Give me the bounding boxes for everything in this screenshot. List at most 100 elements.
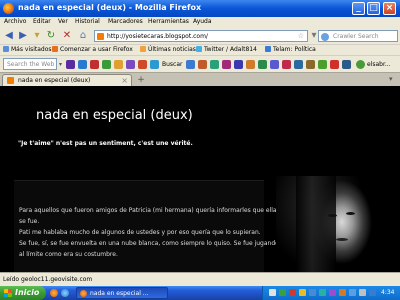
header-photo [276, 176, 400, 272]
web-content: nada en especial (deux) "Je t'aime" n'es… [0, 86, 400, 272]
tray-warning-icon[interactable] [299, 289, 306, 296]
bookmark-latest-news[interactable]: Últimas noticias [140, 46, 196, 53]
tray-download-icon[interactable] [339, 289, 346, 296]
toolbar-bookmarks-icon[interactable] [246, 60, 255, 69]
maximize-button[interactable]: □ [367, 2, 380, 15]
quicklaunch-ie-icon[interactable] [61, 289, 69, 297]
bookmark-label: Más visitados [11, 46, 52, 53]
yahoo-search-input[interactable]: Search the Web [3, 58, 57, 70]
tray-bluetooth-icon[interactable] [349, 289, 356, 296]
firefox-logo-icon [3, 3, 14, 14]
search-engine-icon[interactable] [321, 33, 329, 41]
windows-logo-icon [4, 289, 12, 297]
toolbar-sports-icon[interactable] [258, 60, 267, 69]
menu-editar[interactable]: Editar [33, 18, 51, 25]
close-button[interactable]: × [383, 2, 396, 15]
toolbar-news-icon[interactable] [102, 60, 111, 69]
toolbar-translate-icon[interactable] [294, 60, 303, 69]
toolbar-shopping-icon[interactable] [198, 60, 207, 69]
yahoo-icon[interactable] [66, 60, 75, 69]
toolbar-games-icon[interactable] [126, 60, 135, 69]
reload-icon[interactable]: ↻ [45, 30, 57, 42]
menu-marcadores[interactable]: Marcadores [108, 18, 143, 25]
taskbar-window-label: nada en especial ... [90, 290, 149, 297]
menu-ayuda[interactable]: Ayuda [193, 18, 212, 25]
yahoo-user-label[interactable]: elsabr... [367, 61, 391, 68]
tray-update-icon[interactable] [289, 289, 296, 296]
bookmark-star-icon[interactable]: ☆ [298, 32, 304, 40]
toolbar-globe-icon[interactable] [78, 60, 87, 69]
system-tray: 4:34 [262, 286, 400, 300]
status-text: Leído geoloc11.geovisite.com [3, 276, 93, 283]
toolbar-facebook-icon[interactable] [234, 60, 243, 69]
yahoo-search-placeholder: Search the Web [7, 61, 55, 68]
tab-label: nada en especial (deux) [18, 77, 91, 84]
tab-close-icon[interactable]: × [121, 76, 128, 85]
firefox-icon [52, 46, 58, 52]
tray-network-icon[interactable] [269, 289, 276, 296]
bookmark-telam[interactable]: Telam: Política [265, 46, 316, 53]
minimize-button[interactable]: _ [352, 2, 365, 15]
tray-media-icon[interactable] [329, 289, 336, 296]
toolbar-flickr-icon[interactable] [222, 60, 231, 69]
window-title: nada en especial (deux) - Mozilla Firefo… [18, 3, 202, 12]
tray-app-icon[interactable] [319, 289, 326, 296]
bookmark-label: Twitter / Adalt814 [204, 46, 257, 53]
bookmark-most-visited[interactable]: Más visitados [3, 46, 52, 53]
toolbar-mail-icon[interactable] [90, 60, 99, 69]
dropdown-icon[interactable]: ▾ [31, 30, 43, 42]
forward-icon[interactable]: ▶ [17, 30, 29, 42]
start-label: Inicio [15, 288, 40, 297]
photo-mouth [336, 238, 348, 241]
toolbar-video-icon[interactable] [282, 60, 291, 69]
menu-bar: Archivo Editar Ver Historial Marcadores … [0, 17, 400, 27]
menu-herramientas[interactable]: Herramientas [148, 18, 189, 25]
search-input[interactable]: Crawler Search [318, 30, 398, 42]
window-titlebar[interactable]: nada en especial (deux) - Mozilla Firefo… [0, 0, 400, 17]
bookmark-getting-started[interactable]: Comenzar a usar Firefox [52, 46, 133, 53]
post-line: Se fue, sí, se fue envuelta en una nube … [19, 240, 279, 247]
blogger-favicon-icon [97, 33, 104, 40]
bookmark-label: Comenzar a usar Firefox [60, 46, 133, 53]
start-button[interactable]: Inicio [0, 286, 46, 300]
tab-list-icon[interactable]: ▾ [389, 75, 393, 83]
quicklaunch-firefox-icon[interactable] [50, 289, 58, 297]
toolbar-chat-icon[interactable] [270, 60, 279, 69]
toolbar-music-icon[interactable] [138, 60, 147, 69]
telam-icon [265, 46, 271, 52]
toolbar-star-icon[interactable] [114, 60, 123, 69]
blog-title[interactable]: nada en especial (deux) [36, 108, 193, 123]
home-icon[interactable]: ⌂ [77, 30, 89, 42]
back-icon[interactable]: ◀ [3, 30, 15, 42]
post-line: al límite como era su costumbre. [19, 251, 118, 258]
toolbar-answers-icon[interactable] [150, 60, 159, 69]
bookmark-label: Últimas noticias [148, 46, 196, 53]
search-dropdown-icon[interactable]: ▾ [59, 61, 62, 68]
tray-antivirus-icon[interactable] [279, 289, 286, 296]
menu-archivo[interactable]: Archivo [4, 18, 26, 25]
toolbar-maps-icon[interactable] [306, 60, 315, 69]
toolbar-groups-icon[interactable] [318, 60, 327, 69]
stop-icon[interactable]: ✕ [61, 30, 73, 42]
toolbar-settings-icon[interactable] [342, 60, 351, 69]
bookmark-twitter[interactable]: Twitter / Adalt814 [196, 46, 257, 53]
toolbar-alert-icon[interactable] [330, 60, 339, 69]
toolbar-finance-icon[interactable] [210, 60, 219, 69]
user-avatar-icon[interactable] [356, 60, 365, 69]
toolbar-weather-icon[interactable] [186, 60, 195, 69]
tray-display-icon[interactable] [369, 289, 376, 296]
taskbar-clock[interactable]: 4:34 [381, 289, 394, 296]
taskbar-window-button[interactable]: nada en especial ... [76, 287, 168, 299]
new-tab-button[interactable]: + [136, 75, 146, 85]
yahoo-search-button[interactable]: Buscar [162, 61, 183, 68]
tray-messenger-icon[interactable] [309, 289, 316, 296]
rss-icon [140, 46, 146, 52]
tab-strip: nada en especial (deux) × + ▾ [0, 72, 400, 87]
menu-historial[interactable]: Historial [75, 18, 100, 25]
url-bar[interactable]: http://yosietecaras.blogspot.com/ ☆ [94, 30, 308, 42]
post-line: Pati me hablaba mucho de algunos de uste… [19, 229, 261, 236]
bookmarks-toolbar: Más visitados Comenzar a usar Firefox Úl… [0, 44, 400, 55]
post-line: se fue. [19, 218, 40, 225]
tray-volume-icon[interactable] [359, 289, 366, 296]
menu-ver[interactable]: Ver [58, 18, 68, 25]
